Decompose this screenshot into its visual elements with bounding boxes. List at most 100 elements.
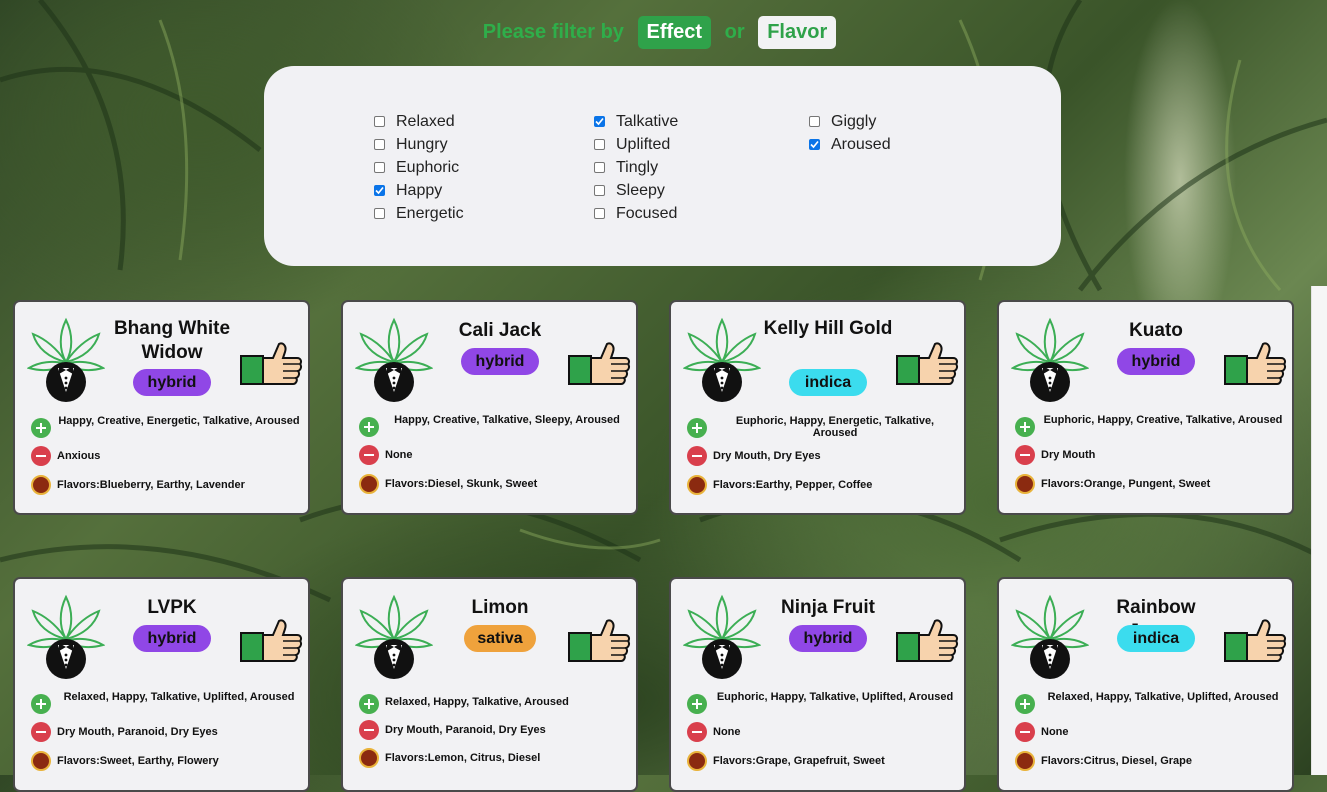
checkbox[interactable] <box>374 116 385 127</box>
flavor-icon <box>1015 751 1035 771</box>
checkbox[interactable] <box>594 139 605 150</box>
thumbs-up-icon[interactable] <box>1223 619 1287 665</box>
flavors-text: Flavors:Orange, Pungent, Sweet <box>1041 478 1211 490</box>
or-label: or <box>724 21 745 43</box>
thumbs-up-icon[interactable] <box>895 342 959 388</box>
filter-uplifted[interactable]: Uplifted <box>594 133 678 156</box>
thumbs-up-icon[interactable] <box>895 619 959 665</box>
plus-circle-icon <box>359 694 379 714</box>
minus-circle-icon <box>31 722 51 742</box>
checkbox[interactable] <box>809 139 820 150</box>
negative-effects-text: None <box>385 449 413 461</box>
filter-sleepy[interactable]: Sleepy <box>594 179 678 202</box>
checkbox[interactable] <box>374 162 385 173</box>
strain-name: Kelly Hill Gold <box>763 318 893 339</box>
filter-column-1: Relaxed Hungry Euphoric Happy Energetic <box>374 110 464 225</box>
filter-label: Relaxed <box>396 112 455 130</box>
filter-label: Energetic <box>396 204 464 222</box>
strain-type-badge: hybrid <box>461 348 539 375</box>
negative-effects-text: Anxious <box>57 450 101 462</box>
positive-effects-text: Relaxed, Happy, Talkative, Aroused <box>385 696 569 708</box>
flavors-text: Flavors:Sweet, Earthy, Flowery <box>57 755 219 767</box>
positive-effects-text: Relaxed, Happy, Talkative, Uplifted, Aro… <box>63 691 295 703</box>
checkbox[interactable] <box>594 116 605 127</box>
leaf-tuxedo-logo-icon <box>1011 317 1089 402</box>
filter-talkative[interactable]: Talkative <box>594 110 678 133</box>
positive-effects-text: Euphoric, Happy, Talkative, Uplifted, Ar… <box>716 691 954 703</box>
thumbs-up-icon[interactable] <box>567 619 631 665</box>
filter-label: Uplifted <box>616 135 671 153</box>
checkbox[interactable] <box>594 185 605 196</box>
strain-card[interactable]: Bhang White Widow hybrid Happy, Creative… <box>13 300 310 515</box>
filter-label: Happy <box>396 181 443 199</box>
strain-name: Limon <box>471 597 529 618</box>
strain-card[interactable]: Rainbow Jones indica Relaxed, Happy, Tal… <box>997 577 1294 792</box>
leaf-tuxedo-logo-icon <box>27 594 105 679</box>
leaf-tuxedo-logo-icon <box>683 594 761 679</box>
positive-effects-text: Euphoric, Happy, Creative, Talkative, Ar… <box>1043 414 1283 426</box>
strain-type-badge: hybrid <box>789 625 867 652</box>
plus-circle-icon <box>687 418 707 438</box>
thumbs-up-icon[interactable] <box>239 342 303 388</box>
flavors-text: Flavors:Lemon, Citrus, Diesel <box>385 752 541 764</box>
minus-circle-icon <box>31 446 51 466</box>
filter-label: Hungry <box>396 135 448 153</box>
page-scrollbar[interactable] <box>1311 286 1327 775</box>
checkbox[interactable] <box>374 139 385 150</box>
flavor-icon <box>359 474 379 494</box>
plus-circle-icon <box>687 694 707 714</box>
checkbox[interactable] <box>594 162 605 173</box>
strain-card[interactable]: Limon sativa Relaxed, Happy, Talkative, … <box>341 577 638 792</box>
strain-card[interactable]: Ninja Fruit hybrid Euphoric, Happy, Talk… <box>669 577 966 792</box>
filter-happy[interactable]: Happy <box>374 179 464 202</box>
flavors-text: Flavors:Blueberry, Earthy, Lavender <box>57 479 245 491</box>
leaf-tuxedo-logo-icon <box>683 317 761 402</box>
flavor-icon <box>31 751 51 771</box>
leaf-tuxedo-logo-icon <box>1011 594 1089 679</box>
leaf-tuxedo-logo-icon <box>355 317 433 402</box>
checkbox[interactable] <box>594 208 605 219</box>
filter-focused[interactable]: Focused <box>594 202 678 225</box>
leaf-tuxedo-logo-icon <box>355 594 433 679</box>
strain-name: Bhang White Widow <box>113 318 231 363</box>
strain-name: Cali Jack <box>458 320 542 341</box>
thumbs-up-icon[interactable] <box>239 619 303 665</box>
thumbs-up-icon[interactable] <box>1223 342 1287 388</box>
flavor-icon <box>1015 474 1035 494</box>
strain-card[interactable]: Kuato hybrid Euphoric, Happy, Creative, … <box>997 300 1294 515</box>
strain-type-badge: hybrid <box>1117 348 1195 375</box>
strain-type-badge: indica <box>1117 625 1195 652</box>
filter-giggly[interactable]: Giggly <box>809 110 891 133</box>
minus-circle-icon <box>687 446 707 466</box>
filter-label: Euphoric <box>396 158 460 176</box>
filter-relaxed[interactable]: Relaxed <box>374 110 464 133</box>
thumbs-up-icon[interactable] <box>567 342 631 388</box>
flavor-tab-button[interactable]: Flavor <box>758 16 837 49</box>
strain-type-badge: sativa <box>464 625 536 652</box>
filter-tingly[interactable]: Tingly <box>594 156 678 179</box>
flavor-icon <box>687 475 707 495</box>
checkbox[interactable] <box>374 208 385 219</box>
minus-circle-icon <box>1015 722 1035 742</box>
strain-card[interactable]: Cali Jack hybrid Happy, Creative, Talkat… <box>341 300 638 515</box>
strain-card[interactable]: LVPK hybrid Relaxed, Happy, Talkative, U… <box>13 577 310 792</box>
minus-circle-icon <box>687 722 707 742</box>
flavor-icon <box>31 475 51 495</box>
plus-circle-icon <box>359 417 379 437</box>
flavor-icon <box>359 748 379 768</box>
effect-tab-button[interactable]: Effect <box>637 16 712 49</box>
filter-column-3: Giggly Aroused <box>809 110 891 156</box>
checkbox[interactable] <box>809 116 820 127</box>
flavors-text: Flavors:Citrus, Diesel, Grape <box>1041 755 1192 767</box>
flavors-text: Flavors:Diesel, Skunk, Sweet <box>385 478 538 490</box>
filter-energetic[interactable]: Energetic <box>374 202 464 225</box>
strain-type-badge: hybrid <box>133 625 211 652</box>
strain-card[interactable]: Kelly Hill Gold indica Euphoric, Happy, … <box>669 300 966 515</box>
filter-hungry[interactable]: Hungry <box>374 133 464 156</box>
filter-aroused[interactable]: Aroused <box>809 133 891 156</box>
positive-effects-text: Relaxed, Happy, Talkative, Uplifted, Aro… <box>1047 691 1279 703</box>
filter-label: Talkative <box>616 112 679 130</box>
filter-euphoric[interactable]: Euphoric <box>374 156 464 179</box>
strain-name: LVPK <box>147 597 197 618</box>
checkbox[interactable] <box>374 185 385 196</box>
